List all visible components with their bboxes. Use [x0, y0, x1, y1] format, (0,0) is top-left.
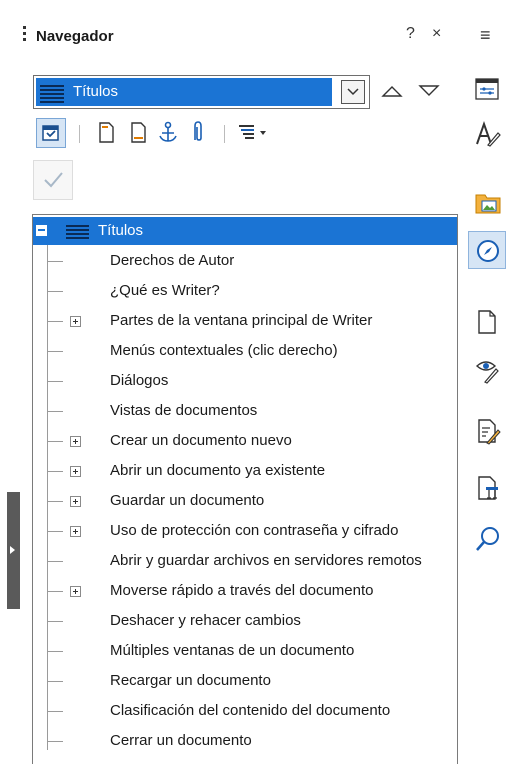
tree-connector — [47, 441, 63, 442]
gallery-icon[interactable] — [468, 184, 506, 222]
collapse-icon[interactable] — [36, 225, 47, 236]
properties-icon[interactable] — [468, 70, 506, 108]
tree-connector — [47, 711, 63, 712]
page-icon[interactable] — [468, 302, 506, 340]
tree-item[interactable]: Vistas de documentos — [33, 397, 457, 427]
tree-item[interactable]: Recargar un documento — [33, 667, 457, 697]
tree-item[interactable]: Derechos de Autor — [33, 247, 457, 277]
tree-connector — [47, 591, 63, 592]
expand-icon[interactable] — [70, 466, 81, 477]
tree-item-label: Cerrar un documento — [110, 732, 252, 749]
tree-item[interactable]: Abrir un documento ya existente — [33, 457, 457, 487]
tree-connector — [47, 291, 63, 292]
next-item-button[interactable] — [418, 84, 440, 98]
tree-root-headings[interactable]: Títulos — [33, 217, 457, 245]
tree-item-label: Derechos de Autor — [110, 252, 235, 269]
expand-icon[interactable] — [70, 526, 81, 537]
tree-item-label: Múltiples ventanas de un documento — [110, 642, 355, 659]
tree-connector — [47, 381, 63, 382]
checkmark-icon — [44, 172, 63, 188]
design-icon[interactable] — [468, 468, 506, 506]
header-icon[interactable] — [92, 118, 122, 148]
expand-icon[interactable] — [70, 496, 81, 507]
tree-item[interactable]: Abrir y guardar archivos en servidores r… — [33, 547, 457, 577]
help-button[interactable]: ? — [406, 25, 415, 43]
expand-icon[interactable] — [70, 586, 81, 597]
headings-icon — [40, 85, 64, 105]
tree-item-label: Menús contextuales (clic derecho) — [110, 342, 338, 359]
expand-icon[interactable] — [70, 436, 81, 447]
styles-icon[interactable] — [468, 114, 506, 152]
tree-item-label: Clasificación del contenido del document… — [110, 702, 391, 719]
find-icon[interactable] — [468, 519, 506, 557]
tree-item-label: Crear un documento nuevo — [110, 432, 292, 449]
tree-connector — [47, 531, 63, 532]
expand-icon[interactable] — [70, 316, 81, 327]
tree-connector — [47, 471, 63, 472]
sidebar-deck: ≡ — [463, 0, 514, 773]
tree-connector — [47, 501, 63, 502]
panel-title: Navegador — [36, 28, 114, 45]
footer-icon[interactable] — [124, 118, 154, 148]
drag-grip-icon[interactable] — [23, 26, 26, 46]
tree-item-label: Deshacer y rehacer cambios — [110, 612, 301, 629]
category-selected-value: Títulos — [36, 78, 332, 106]
tree-item[interactable]: Uso de protección con contraseña y cifra… — [33, 517, 457, 547]
sidebar-menu-button[interactable]: ≡ — [480, 25, 491, 46]
tree-item-label: Uso de protección con contraseña y cifra… — [110, 522, 399, 539]
tree-item-label: Abrir un documento ya existente — [110, 462, 326, 479]
tree-item[interactable]: ¿Qué es Writer? — [33, 277, 457, 307]
tree-item[interactable]: Diálogos — [33, 367, 457, 397]
navigator-category-select[interactable]: Títulos — [33, 75, 370, 109]
tree-item-label: Moverse rápido a través del documento — [110, 582, 374, 599]
navigator-toolbar — [36, 118, 336, 152]
tree-item-label: Recargar un documento — [110, 672, 271, 689]
navigator-icon[interactable] — [468, 231, 506, 269]
tree-connector — [47, 681, 63, 682]
chevron-down-icon[interactable] — [341, 80, 365, 104]
anchor-icon[interactable] — [154, 118, 184, 148]
tree-item-label: Abrir y guardar archivos en servidores r… — [110, 552, 422, 569]
tree-item[interactable]: Múltiples ventanas de un documento — [33, 637, 457, 667]
tree-connector — [47, 411, 63, 412]
content-tree[interactable]: Títulos Derechos de Autor ¿Qué es Writer?… — [32, 214, 458, 764]
tree-item[interactable]: Menús contextuales (clic derecho) — [33, 337, 457, 367]
tree-connector — [47, 621, 63, 622]
previous-item-button[interactable] — [381, 84, 403, 98]
tree-item[interactable]: Partes de la ventana principal de Writer — [33, 307, 457, 337]
manage-changes-icon[interactable] — [468, 411, 506, 449]
reminder-icon[interactable] — [184, 118, 214, 148]
tree-connector — [47, 651, 63, 652]
tree-item[interactable]: Crear un documento nuevo — [33, 427, 457, 457]
category-selected-label: Títulos — [73, 83, 119, 100]
chevron-right-icon — [10, 546, 15, 554]
tree-item[interactable]: Guardar un documento — [33, 487, 457, 517]
tree-connector — [47, 741, 63, 742]
tree-connector — [47, 261, 63, 262]
tree-item-label: Partes de la ventana principal de Writer — [110, 312, 373, 329]
tree-item[interactable]: Clasificación del contenido del document… — [33, 697, 457, 727]
tree-connector — [47, 351, 63, 352]
tree-connector — [47, 321, 63, 322]
tree-item[interactable]: Moverse rápido a través del documento — [33, 577, 457, 607]
tree-root-label: Títulos — [98, 222, 144, 239]
style-inspector-icon[interactable] — [468, 350, 506, 388]
close-button[interactable]: × — [432, 25, 441, 43]
heading-levels-icon[interactable] — [234, 118, 266, 148]
headings-icon — [66, 225, 89, 241]
tree-item-label: Vistas de documentos — [110, 402, 258, 419]
tree-connector — [47, 561, 63, 562]
panel-header: Navegador ? × — [0, 22, 463, 52]
sidebar-collapse-handle[interactable] — [7, 492, 20, 609]
tree-item-label: Diálogos — [110, 372, 169, 389]
update-check-button[interactable] — [33, 160, 73, 200]
navigator-panel: Navegador ? × Títulos Títulos Derechos d… — [0, 0, 463, 773]
tree-item[interactable]: Cerrar un documento — [33, 727, 457, 757]
tree-item-label: ¿Qué es Writer? — [110, 282, 220, 299]
tree-item-label: Guardar un documento — [110, 492, 265, 509]
content-navigation-view-icon[interactable] — [36, 118, 66, 148]
tree-item[interactable]: Deshacer y rehacer cambios — [33, 607, 457, 637]
